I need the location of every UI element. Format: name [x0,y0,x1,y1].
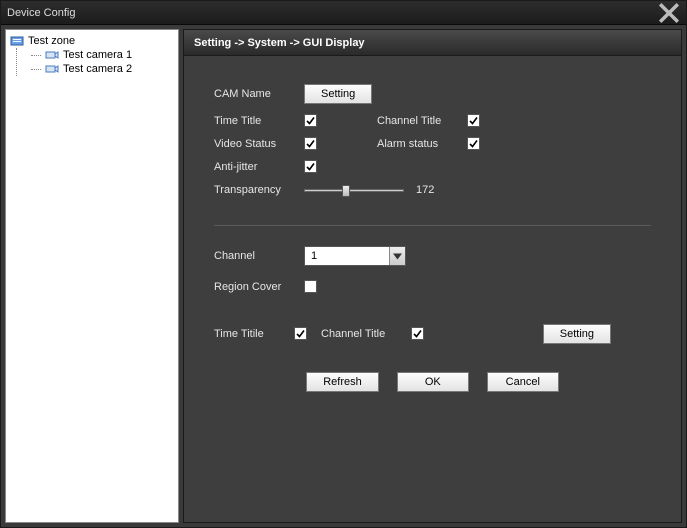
channel-label: Channel [214,250,304,262]
camera-icon [45,49,59,61]
channel-title-label: Channel Title [377,115,467,127]
cam-name-row: CAM Name Setting [214,84,651,104]
main-panel: Setting -> System -> GUI Display CAM Nam… [183,29,682,523]
transparency-slider[interactable] [304,183,404,197]
tree-item-camera-1[interactable]: Test camera 1 [17,48,176,62]
close-icon[interactable] [658,4,680,22]
time-channel-title-row: Time Title Channel Title [214,114,651,127]
video-status-checkbox[interactable] [304,137,317,150]
channel-setting-button[interactable]: Setting [543,324,611,344]
alarm-status-label: Alarm status [377,138,467,150]
device-config-window: Device Config Test zone Test [0,0,687,528]
channel-title-checkbox[interactable] [467,114,480,127]
window-body: Test zone Test camera 1 Test camera 2 [1,25,686,527]
region-cover-label: Region Cover [214,281,304,293]
section-divider [214,225,651,226]
bottom-titles-row: Time Titile Channel Title Setting [214,327,651,340]
device-tree: Test zone Test camera 1 Test camera 2 [5,29,179,523]
channel-row: Channel 1 [214,246,651,266]
channel-title2-checkbox[interactable] [411,327,424,340]
tree-root-test-zone[interactable]: Test zone [8,34,176,48]
channel-select[interactable]: 1 [304,246,406,266]
anti-jitter-row: Anti-jitter [214,160,651,173]
transparency-row: Transparency 172 [214,183,651,197]
titlebar: Device Config [1,1,686,25]
tree-item-camera-2[interactable]: Test camera 2 [17,62,176,76]
anti-jitter-checkbox[interactable] [304,160,317,173]
time-title2-label: Time Titile [214,328,294,340]
channel-title2-label: Channel Title [321,328,411,340]
time-title-label: Time Title [214,115,304,127]
footer-buttons: Refresh OK Cancel [214,350,651,400]
channel-select-value: 1 [305,250,389,262]
cam-name-label: CAM Name [214,88,304,100]
tree-item-label: Test camera 1 [63,49,132,61]
region-cover-checkbox[interactable] [304,280,317,293]
chevron-down-icon [389,247,405,265]
cam-name-setting-button[interactable]: Setting [304,84,372,104]
video-status-label: Video Status [214,138,304,150]
anti-jitter-label: Anti-jitter [214,161,304,173]
ok-button[interactable]: OK [397,372,469,392]
tree-item-label: Test camera 2 [63,63,132,75]
settings-panel: CAM Name Setting Time Title Channel Titl… [184,56,681,522]
cancel-button[interactable]: Cancel [487,372,559,392]
window-title: Device Config [7,7,658,19]
transparency-value: 172 [416,184,434,196]
time-title-checkbox[interactable] [304,114,317,127]
time-title2-checkbox[interactable] [294,327,307,340]
region-cover-row: Region Cover [214,280,651,293]
zone-icon [10,35,24,47]
camera-icon [45,63,59,75]
alarm-status-checkbox[interactable] [467,137,480,150]
transparency-label: Transparency [214,184,304,196]
tree-root-label: Test zone [28,35,75,47]
video-alarm-status-row: Video Status Alarm status [214,137,651,150]
breadcrumb: Setting -> System -> GUI Display [184,30,681,56]
refresh-button[interactable]: Refresh [306,372,379,392]
